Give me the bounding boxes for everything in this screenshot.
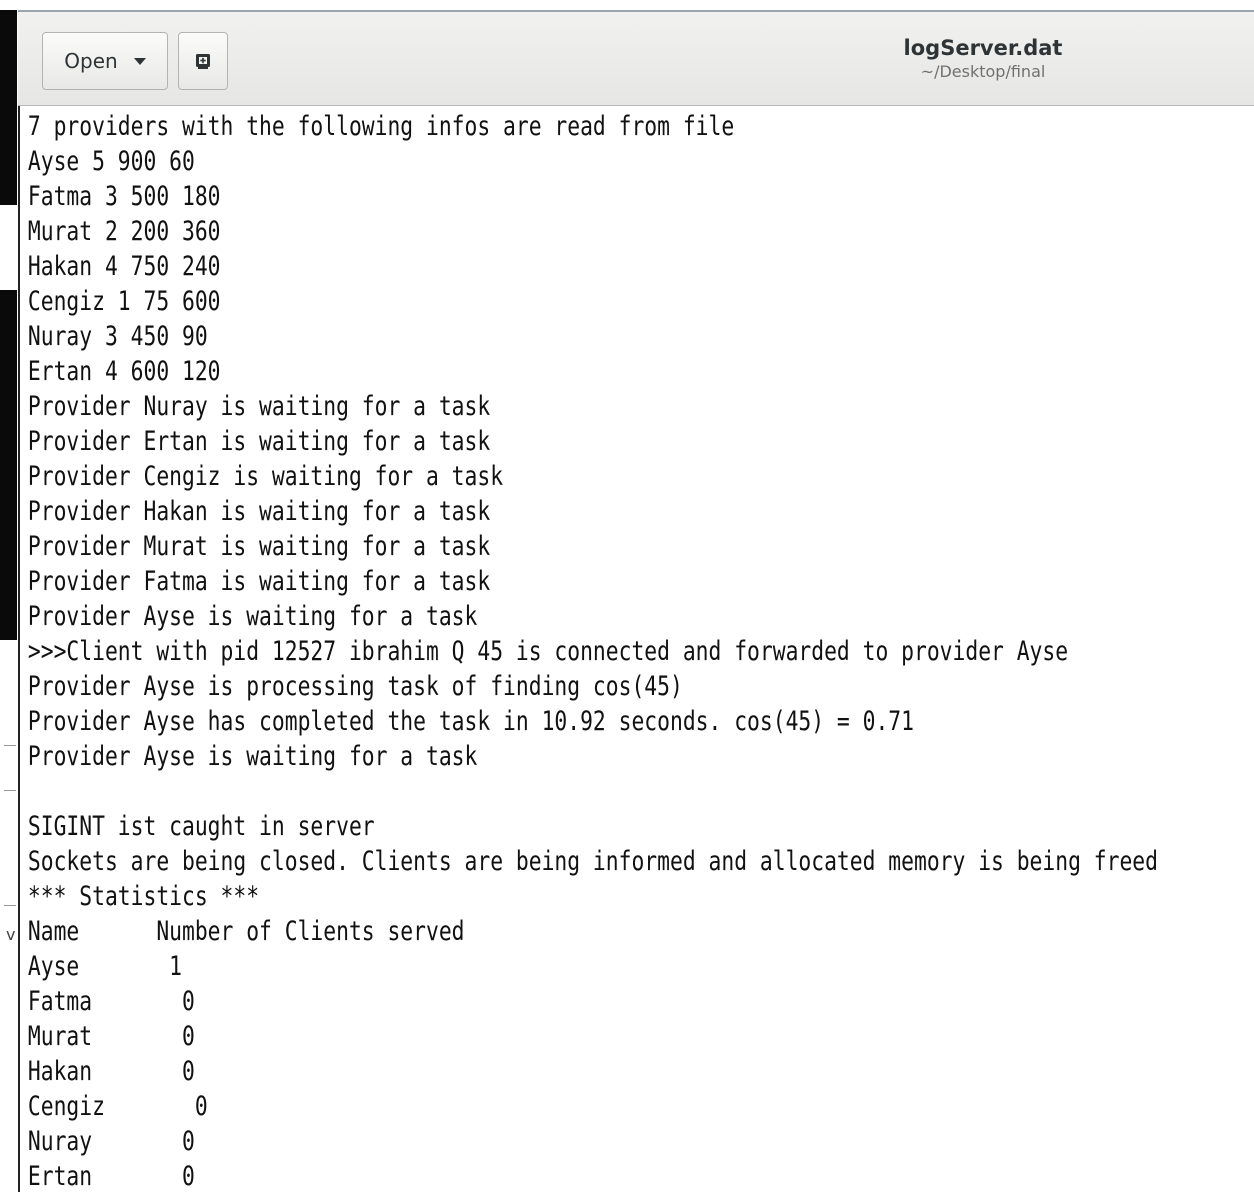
new-document-button[interactable] — [178, 32, 228, 90]
desktop-divider — [4, 745, 16, 746]
open-button[interactable]: Open — [42, 32, 168, 90]
window-title: logServer.dat — [903, 36, 1063, 60]
window-title-area: logServer.dat ~/Desktop/final — [768, 34, 1198, 82]
document-text[interactable]: 7 providers with the following infos are… — [20, 106, 1158, 1192]
desktop-panel — [0, 10, 17, 205]
desktop-divider — [4, 790, 16, 791]
chevron-down-icon — [133, 57, 146, 65]
new-document-icon — [196, 54, 210, 69]
desktop-panel — [0, 290, 17, 640]
text-editor-window: Open logServer.dat ~/Desktop/final 7 pro… — [18, 10, 1254, 1192]
open-button-label: Open — [64, 49, 118, 73]
text-editor-area[interactable]: 7 providers with the following infos are… — [18, 106, 1254, 1192]
window-subtitle: ~/Desktop/final — [920, 62, 1046, 81]
desktop-divider — [4, 905, 16, 906]
desktop-edge-text: v — [6, 925, 16, 944]
header-bar: Open logServer.dat ~/Desktop/final — [18, 10, 1254, 106]
